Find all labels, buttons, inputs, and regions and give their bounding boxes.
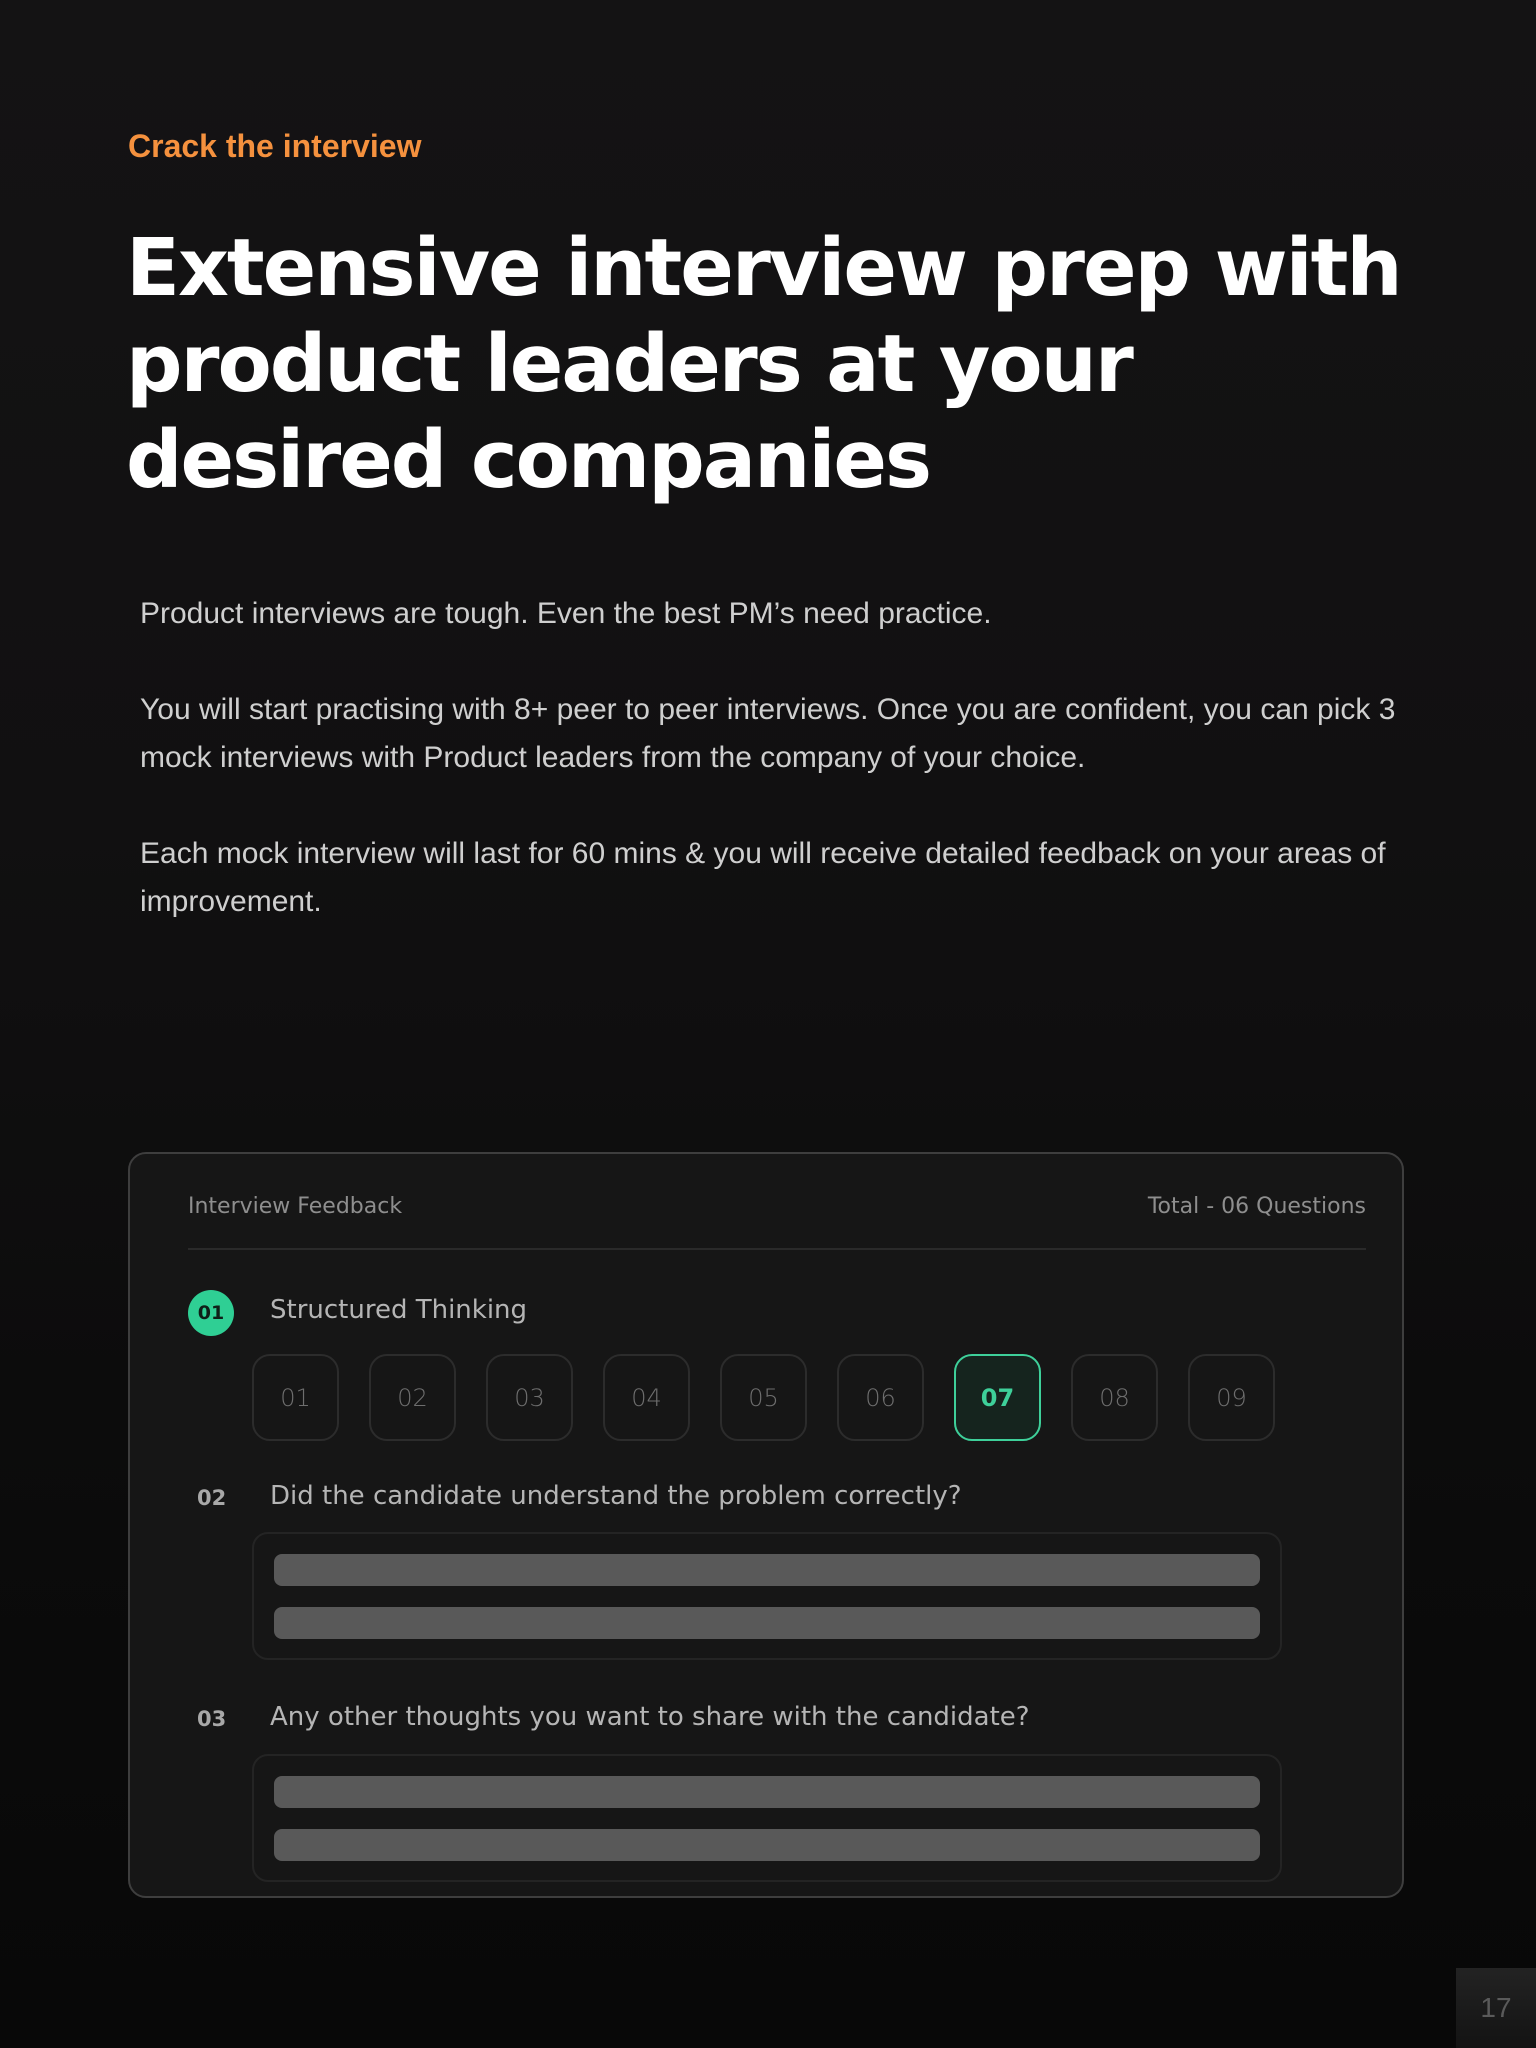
- rating-option[interactable]: 06: [837, 1354, 924, 1441]
- rating-option[interactable]: 01: [252, 1354, 339, 1441]
- body-paragraph: Each mock interview will last for 60 min…: [140, 837, 1386, 918]
- body-paragraph: Product interviews are tough. Even the b…: [140, 597, 992, 630]
- rating-option[interactable]: 08: [1071, 1354, 1158, 1441]
- placeholder-line: [274, 1607, 1260, 1639]
- question-number: 02: [197, 1486, 227, 1510]
- rating-option[interactable]: 02: [369, 1354, 456, 1441]
- page-number: 17: [1456, 1968, 1536, 2048]
- page-headline: Extensive interview prep with product le…: [126, 222, 1403, 506]
- rating-option-selected[interactable]: 07: [954, 1354, 1041, 1441]
- rating-scale: 01 02 03 04 05 06 07 08 09: [252, 1354, 1275, 1441]
- placeholder-line: [274, 1776, 1260, 1808]
- answer-textarea[interactable]: [252, 1532, 1282, 1660]
- body-paragraph: You will start practising with 8+ peer t…: [140, 693, 1396, 774]
- placeholder-line: [274, 1554, 1260, 1586]
- slide-page: Crack the interview Extensive interview …: [0, 0, 1536, 2048]
- question-title: Did the candidate understand the problem…: [270, 1481, 962, 1511]
- card-header: Interview Feedback Total - 06 Questions: [188, 1194, 1366, 1219]
- question-number-badge: 01: [188, 1290, 234, 1336]
- rating-option[interactable]: 09: [1188, 1354, 1275, 1441]
- rating-option[interactable]: 04: [603, 1354, 690, 1441]
- answer-textarea[interactable]: [252, 1754, 1282, 1882]
- placeholder-line: [274, 1829, 1260, 1861]
- card-title: Interview Feedback: [188, 1194, 403, 1219]
- body-copy: Product interviews are tough. Even the b…: [140, 590, 1440, 974]
- question-number: 03: [197, 1707, 227, 1731]
- rating-option[interactable]: 05: [720, 1354, 807, 1441]
- section-eyebrow: Crack the interview: [128, 128, 422, 164]
- total-questions: Total - 06 Questions: [1147, 1194, 1366, 1219]
- card-divider: [188, 1248, 1366, 1250]
- interview-feedback-card: Interview Feedback Total - 06 Questions …: [128, 1152, 1404, 1898]
- question-title: Any other thoughts you want to share wit…: [270, 1702, 1030, 1732]
- question-title: Structured Thinking: [270, 1295, 528, 1325]
- rating-option[interactable]: 03: [486, 1354, 573, 1441]
